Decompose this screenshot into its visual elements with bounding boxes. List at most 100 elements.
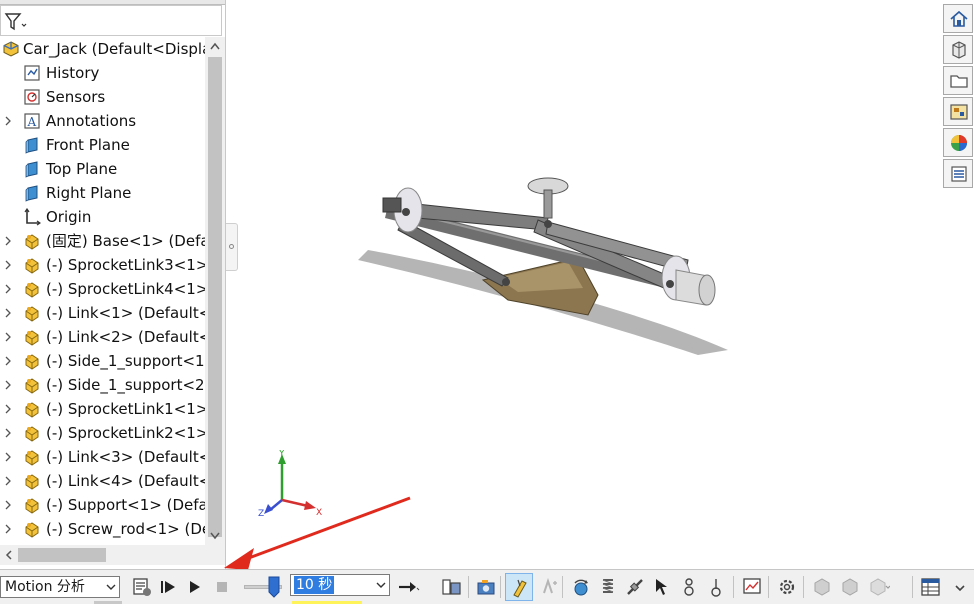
chevron-down-icon[interactable] <box>376 581 386 589</box>
tree-item[interactable]: (-) Link<1> (Default<< <box>0 301 224 325</box>
motor-button[interactable] <box>569 575 593 599</box>
animation-wizard-button[interactable] <box>440 575 464 599</box>
view-option-3-button[interactable] <box>866 575 891 599</box>
filter-icon[interactable] <box>4 12 28 32</box>
expand-arrow-icon[interactable] <box>4 115 12 127</box>
tree-item[interactable]: Origin <box>0 205 205 229</box>
tree-item-label: History <box>46 64 100 82</box>
toolbar-overflow-button[interactable] <box>948 575 972 599</box>
tree-item[interactable]: (-) Link<2> (Default<< <box>0 325 224 349</box>
tree-item-label: (-) SprocketLink2<1> <box>46 424 209 442</box>
expand-arrow-icon[interactable] <box>4 379 12 391</box>
tree-item[interactable]: (-) SprocketLink2<1> <box>0 421 209 445</box>
design-library-icon <box>952 41 966 59</box>
tree-vertical-scrollbar[interactable] <box>205 37 225 545</box>
cursor-arrow-icon <box>656 579 667 595</box>
task-pane-view-palette-button[interactable] <box>943 97 973 126</box>
force-button[interactable] <box>650 575 674 599</box>
expand-arrow-icon[interactable] <box>4 451 12 463</box>
spring-button[interactable] <box>596 575 620 599</box>
tree-item-label: (-) Side_1_support<1> <box>46 352 218 370</box>
stop-button[interactable] <box>210 575 234 599</box>
tree-item[interactable]: A Annotations <box>0 109 205 133</box>
play-button[interactable] <box>183 575 207 599</box>
damper-button[interactable] <box>623 575 647 599</box>
collapse-handle-dot <box>229 244 234 249</box>
tree-item[interactable]: Top Plane <box>0 157 205 181</box>
expand-arrow-icon[interactable] <box>4 427 12 439</box>
part-icon <box>25 522 39 538</box>
tree-item[interactable]: (-) Side_1_support<2> <box>0 373 217 397</box>
vertical-scroll-thumb[interactable] <box>208 57 222 537</box>
tree-item[interactable]: Right Plane <box>0 181 205 205</box>
gravity-button[interactable] <box>704 575 728 599</box>
playback-time-value: 10 秒 <box>294 576 335 594</box>
view-option-1-button[interactable] <box>810 575 834 599</box>
expand-arrow-icon[interactable] <box>4 307 12 319</box>
tree-item[interactable]: (固定) Base<1> (Defau <box>0 229 219 253</box>
part-icon <box>25 498 39 514</box>
task-pane-appearances-button[interactable] <box>943 128 973 157</box>
plane-icon <box>25 137 38 154</box>
scroll-up-icon[interactable] <box>205 37 225 57</box>
panel-collapse-handle[interactable] <box>226 223 238 271</box>
save-animation-button[interactable] <box>396 575 420 599</box>
tree-item-label: Annotations <box>46 112 137 130</box>
expand-arrow-icon[interactable] <box>4 283 12 295</box>
cube-icon <box>842 578 858 596</box>
part-icon <box>25 426 39 442</box>
tree-root-item[interactable]: Car_Jack (Default<Displa <box>0 37 211 61</box>
autokey-button[interactable] <box>505 573 533 601</box>
motion-manager-toolbar: Motion 分析 10 秒 <box>0 569 974 604</box>
expand-arrow-icon[interactable] <box>4 403 12 415</box>
tree-item[interactable]: (-) SprocketLink3<1> <box>0 253 208 277</box>
task-pane-custom-properties-button[interactable] <box>943 159 973 188</box>
toolbar-separator <box>733 576 734 598</box>
study-type-select[interactable]: Motion 分析 <box>0 576 120 598</box>
stop-icon <box>217 582 227 592</box>
home-icon <box>950 10 968 27</box>
contact-icon <box>684 578 694 596</box>
expand-arrow-icon[interactable] <box>4 259 12 271</box>
tree-item[interactable]: (-) SprocketLink4<1> <box>0 277 209 301</box>
motion-study-properties-button[interactable] <box>775 575 799 599</box>
task-pane-home-button[interactable] <box>943 4 973 33</box>
view-option-2-button[interactable] <box>838 575 862 599</box>
expand-arrow-icon[interactable] <box>4 499 12 511</box>
tree-item[interactable]: (-) Link<3> (Default<< <box>0 445 224 469</box>
expand-arrow-icon[interactable] <box>4 523 12 535</box>
tree-item[interactable]: History <box>0 61 205 85</box>
history-icon <box>24 65 40 81</box>
tree-filter-field[interactable] <box>0 5 222 36</box>
task-pane-design-library-button[interactable] <box>943 35 973 64</box>
horizontal-scroll-thumb[interactable] <box>18 548 106 562</box>
car-jack-model[interactable] <box>358 160 738 360</box>
calculate-button[interactable] <box>130 575 154 599</box>
results-button[interactable] <box>740 575 764 599</box>
add-key-button[interactable] <box>536 575 560 599</box>
expand-arrow-icon[interactable] <box>4 355 12 367</box>
tree-item[interactable]: Sensors <box>0 85 205 109</box>
playback-mode-select[interactable]: 10 秒 <box>290 574 390 596</box>
expand-arrow-icon[interactable] <box>4 235 12 247</box>
tree-item-label: (-) SprocketLink4<1> <box>46 280 209 298</box>
arrow-right-icon <box>399 582 420 592</box>
study-type-value: Motion 分析 <box>5 579 85 595</box>
camera-button[interactable] <box>474 575 498 599</box>
task-pane-file-explorer-button[interactable] <box>943 66 973 95</box>
plane-icon <box>25 185 38 202</box>
tree-item[interactable]: (-) SprocketLink1<1> <box>0 397 208 421</box>
expand-arrow-icon[interactable] <box>4 475 12 487</box>
custom-properties-icon <box>951 166 967 182</box>
slider-thumb-icon[interactable] <box>268 576 280 598</box>
tree-item[interactable]: Front Plane <box>0 133 205 157</box>
expand-arrow-icon[interactable] <box>4 331 12 343</box>
play-from-start-button[interactable] <box>156 575 180 599</box>
tree-item[interactable]: (-) Side_1_support<1> <box>0 349 217 373</box>
contact-button[interactable] <box>677 575 701 599</box>
scroll-left-icon[interactable] <box>0 545 18 565</box>
graphics-area[interactable]: Y X Z <box>224 0 942 570</box>
chevron-down-icon[interactable] <box>106 583 116 591</box>
simulation-properties-button[interactable] <box>919 575 943 599</box>
animation-wizard-icon <box>442 579 461 595</box>
